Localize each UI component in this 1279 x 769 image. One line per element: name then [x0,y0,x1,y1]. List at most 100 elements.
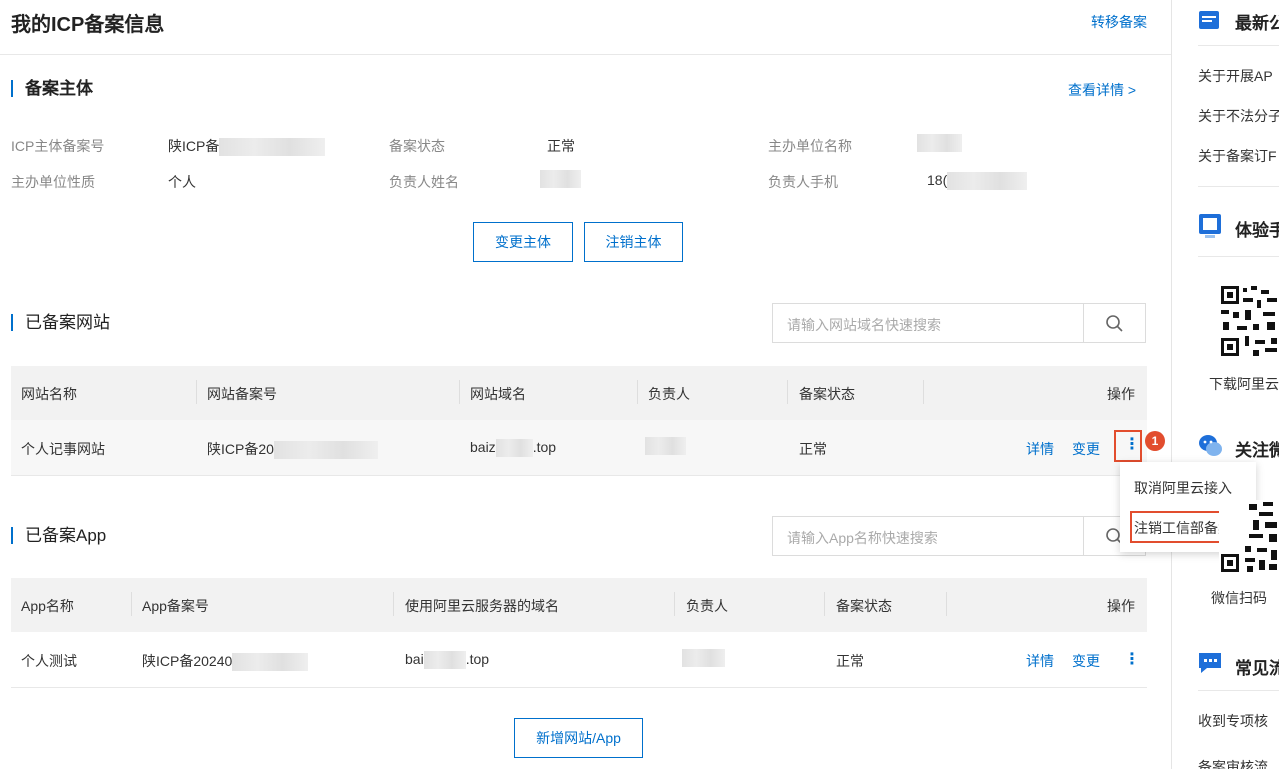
news-title: 最新公 [1235,14,1279,33]
blurred-value [540,170,581,189]
app-name: 个人测试 [21,653,77,669]
wechat-caption: 微信扫码 [1211,590,1267,606]
main-panel: 我的ICP备案信息 转移备案 备案主体 查看详情 > ICP主体备案号 陕ICP… [0,0,1172,769]
table-row: 个人记事网站 陕ICP备20 baiz .top 正常 详情 变更 [11,420,1147,476]
col-site-name: 网站名称 [21,386,77,402]
owner-name-value [540,170,581,189]
search-icon [1106,315,1123,332]
col-app-name: App名称 [21,598,74,614]
website-search-button[interactable] [1083,304,1145,342]
blurred-value [273,441,378,460]
news-icon [1199,11,1219,29]
column-divider [459,380,460,404]
owner-phone-value: 18( [927,172,1028,191]
download-caption: 下载阿里云 [1209,376,1279,392]
faq-item[interactable]: 收到专项核 [1198,711,1268,731]
qr-code-icon [1219,284,1279,358]
column-divider [824,592,825,616]
apps-table-header: App名称 App备案号 使用阿里云服务器的域名 负责人 备案状态 操作 [11,578,1147,632]
blurred-value [219,138,326,157]
col-app-status: 备案状态 [836,598,892,614]
blurred-value [917,134,962,153]
page-title: 我的ICP备案信息 [11,14,165,36]
divider [1198,45,1279,46]
entity-detail-link[interactable]: 查看详情 > [1068,80,1136,100]
column-divider [393,592,394,616]
app-detail-link[interactable]: 详情 [1026,651,1054,671]
column-divider [787,380,788,404]
col-site-status: 备案状态 [799,386,855,402]
faq-icon [1199,653,1221,673]
websites-section-title: 已备案网站 [11,314,110,331]
site-icp-no: 陕ICP备20 [207,439,378,460]
app-icp-no: 陕ICP备20240 [142,651,309,672]
owner-name-label: 负责人姓名 [389,174,459,190]
more-icon[interactable]: ⋮ [1124,434,1140,454]
blurred-value [645,437,686,456]
faq-title: 常见流 [1235,659,1279,678]
change-entity-button[interactable]: 变更主体 [473,222,573,262]
column-divider [131,592,132,616]
app-search-input[interactable]: 请输入App名称快速搜索 [787,528,938,548]
org-name-label: 主办单位名称 [768,138,852,154]
blurred-value [232,653,309,672]
owner-phone-label: 负责人手机 [768,174,838,190]
page-header: 我的ICP备案信息 转移备案 [0,0,1171,55]
status-value: 正常 [547,138,575,154]
qr-code-icon [1219,500,1279,574]
apps-section-title: 已备案App [11,527,106,544]
news-item[interactable]: 关于备案订F [1198,146,1277,166]
status-label: 备案状态 [389,138,445,154]
col-site-domain: 网站域名 [470,386,526,402]
right-sidebar: 最新公 关于开展AP 关于不法分子 关于备案订F 体验手 下载阿里云 关注微 微… [1173,0,1279,769]
divider [1198,256,1279,257]
divider [1198,186,1279,187]
column-divider [923,380,924,404]
app-change-link[interactable]: 变更 [1072,651,1100,671]
col-app-actions: 操作 [1107,598,1135,614]
app-owner [682,649,725,668]
column-divider [674,592,675,616]
org-name-value [917,134,962,153]
divider [1198,690,1279,691]
blurred-value [682,649,725,668]
col-site-icp: 网站备案号 [207,386,277,402]
wechat-follow-icon [1199,435,1222,456]
cancel-entity-button[interactable]: 注销主体 [584,222,683,262]
add-site-app-button[interactable]: 新增网站/App [514,718,643,758]
site-change-link[interactable]: 变更 [1072,439,1100,459]
website-search-input[interactable]: 请输入网站域名快速搜索 [787,315,941,335]
col-app-owner: 负责人 [686,598,728,614]
col-app-domain: 使用阿里云服务器的域名 [405,598,559,614]
entity-section-title: 备案主体 [11,80,93,97]
experience-title: 体验手 [1235,221,1279,240]
transfer-link[interactable]: 转移备案 [1091,12,1147,32]
column-divider [946,592,947,616]
icp-no-label: ICP主体备案号 [11,138,105,154]
app-status: 正常 [836,653,864,669]
website-search[interactable]: 请输入网站域名快速搜索 [772,303,1146,343]
websites-table-header: 网站名称 网站备案号 网站域名 负责人 备案状态 操作 [11,366,1147,420]
column-divider [196,380,197,404]
phone-icon [1199,214,1221,238]
table-row: 个人测试 陕ICP备20240 bai .top 正常 详情 变更 ⋮ [11,632,1147,688]
site-domain: baiz .top [470,439,556,458]
blurred-value [495,439,533,458]
news-item[interactable]: 关于不法分子 [1198,106,1279,126]
app-domain: bai .top [405,651,489,670]
more-icon[interactable]: ⋮ [1124,649,1140,669]
col-app-icp: App备案号 [142,598,209,614]
icp-no-value: 陕ICP备 [168,136,326,157]
column-divider [637,380,638,404]
site-detail-link[interactable]: 详情 [1026,439,1054,459]
faq-item[interactable]: 备案审核流 [1198,757,1268,769]
col-site-owner: 负责人 [648,386,690,402]
news-item[interactable]: 关于开展AP [1198,66,1273,86]
org-type-label: 主办单位性质 [11,174,95,190]
blurred-value [947,172,1028,191]
app-search[interactable]: 请输入App名称快速搜索 [772,516,1146,556]
org-type-value: 个人 [168,174,196,190]
site-owner [645,437,686,456]
follow-title: 关注微 [1235,441,1279,460]
site-status: 正常 [799,441,827,457]
